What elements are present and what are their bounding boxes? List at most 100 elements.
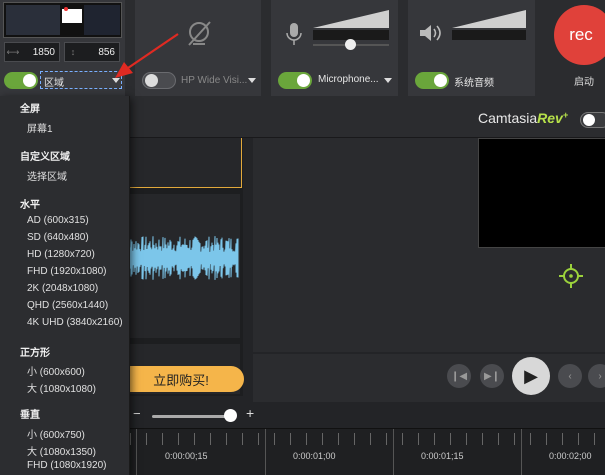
next-button[interactable]: › bbox=[588, 364, 605, 388]
camtasia-window: ⟷ 1850 ↕ 856 区域 HP Wide Visi... Micropho… bbox=[0, 0, 605, 475]
ruler-ticks bbox=[130, 433, 605, 445]
timecode: 0:00:01;15 bbox=[421, 451, 464, 461]
screen-toggle[interactable] bbox=[4, 72, 38, 89]
rev-toggle[interactable] bbox=[580, 112, 605, 128]
zoom-out-button[interactable]: − bbox=[133, 406, 141, 421]
system-level-meter bbox=[452, 30, 526, 40]
screen-panel: ⟷ 1850 ↕ 856 区域 bbox=[0, 0, 125, 96]
ruler-divider bbox=[265, 429, 266, 475]
camera-select-label[interactable]: HP Wide Visi... bbox=[181, 75, 247, 86]
screen-select-label: 区域 bbox=[44, 78, 64, 89]
canvas-video[interactable] bbox=[478, 138, 605, 248]
chevron-down-icon bbox=[384, 78, 392, 83]
chevron-down-icon bbox=[112, 78, 120, 83]
toggle-knob bbox=[145, 74, 158, 87]
microphone-panel: Microphone... bbox=[271, 0, 398, 96]
mic-volume-triangle bbox=[313, 10, 389, 28]
system-audio-label: 系统音频 bbox=[454, 78, 494, 89]
menu-item-ad[interactable]: AD (600x315) bbox=[27, 215, 89, 226]
mic-volume-knob[interactable] bbox=[345, 39, 356, 50]
menu-header-full-screen: 全屏 bbox=[20, 104, 40, 115]
width-value: 1850 bbox=[32, 46, 55, 58]
buy-now-label: 立即购买! bbox=[153, 372, 209, 388]
menu-item-4k[interactable]: 4K UHD (3840x2160) bbox=[27, 317, 123, 328]
speaker-icon bbox=[420, 25, 441, 41]
menu-item-select-area[interactable]: 选择区域 bbox=[27, 168, 67, 183]
menu-item-vertical-fhd[interactable]: FHD (1080x1920) bbox=[27, 460, 106, 471]
height-arrows-icon: ↕ bbox=[70, 47, 76, 57]
record-button[interactable]: rec bbox=[554, 5, 605, 65]
media-clip-selected[interactable] bbox=[120, 138, 242, 188]
microphone-icon bbox=[286, 23, 302, 45]
thumbnail-content bbox=[6, 5, 60, 35]
system-volume-triangle bbox=[452, 10, 526, 28]
microphone-select-label[interactable]: Microphone... bbox=[318, 74, 379, 85]
preview-canvas bbox=[253, 138, 605, 352]
previous-frame-button[interactable]: ❙◀ bbox=[447, 364, 471, 388]
crosshair-icon[interactable] bbox=[558, 263, 584, 289]
menu-item-vertical-small[interactable]: 小 (600x750) bbox=[27, 426, 85, 441]
menu-item-fhd[interactable]: FHD (1920x1080) bbox=[27, 266, 106, 277]
height-field[interactable]: ↕ 856 bbox=[64, 42, 120, 62]
thumbnail-content bbox=[84, 5, 120, 35]
camera-panel: HP Wide Visi... bbox=[135, 0, 261, 96]
waveform-icon bbox=[119, 236, 239, 280]
next-frame-button[interactable]: ▶❙ bbox=[480, 364, 504, 388]
brand-plus: + bbox=[562, 110, 569, 120]
play-button[interactable]: ▶ bbox=[512, 357, 550, 395]
menu-item-square-small[interactable]: 小 (600x600) bbox=[27, 363, 85, 378]
menu-item-2k[interactable]: 2K (2048x1080) bbox=[27, 283, 98, 294]
screen-thumbnail[interactable] bbox=[3, 2, 122, 38]
zoom-in-button[interactable]: + bbox=[246, 405, 254, 421]
toggle-knob bbox=[297, 74, 310, 87]
system-audio-panel: 系统音频 bbox=[408, 0, 535, 96]
menu-header-vertical: 垂直 bbox=[20, 410, 40, 421]
previous-button[interactable]: ‹ bbox=[558, 364, 582, 388]
camtasia-logo: CamtasiaRev+ bbox=[478, 110, 568, 126]
toggle-knob bbox=[23, 74, 36, 87]
system-audio-toggle[interactable] bbox=[415, 72, 449, 89]
zoom-slider[interactable] bbox=[152, 415, 232, 418]
ruler-divider bbox=[136, 429, 137, 475]
camera-toggle[interactable] bbox=[142, 72, 176, 89]
toggle-knob bbox=[583, 114, 595, 126]
zoom-slider-knob[interactable] bbox=[224, 409, 237, 422]
menu-item-square-large[interactable]: 大 (1080x1080) bbox=[27, 380, 96, 395]
chevron-left-icon: ‹ bbox=[568, 370, 572, 382]
timecode: 0:00:02;00 bbox=[549, 451, 592, 461]
timecode: 0:00:01;00 bbox=[293, 451, 336, 461]
record-button-label: rec bbox=[569, 25, 593, 44]
menu-header-custom: 自定义区域 bbox=[20, 152, 70, 163]
microphone-toggle[interactable] bbox=[278, 72, 312, 89]
chevron-right-icon: › bbox=[598, 370, 602, 382]
recorder-toolbar: ⟷ 1850 ↕ 856 区域 HP Wide Visi... Micropho… bbox=[0, 0, 605, 96]
timecode: 0:00:00;15 bbox=[165, 451, 208, 461]
ruler-divider bbox=[521, 429, 522, 475]
menu-item-sd[interactable]: SD (640x480) bbox=[27, 232, 89, 243]
brand-rev: Rev bbox=[537, 110, 563, 126]
screen-region-dropdown: 全屏 屏幕1 自定义区域 选择区域 水平 AD (600x315) SD (64… bbox=[0, 96, 130, 475]
start-label: 启动 bbox=[574, 77, 594, 88]
media-clip-audio[interactable] bbox=[119, 194, 240, 338]
menu-item-hd[interactable]: HD (1280x720) bbox=[27, 249, 95, 260]
thumbnail-content bbox=[64, 7, 68, 11]
toggle-knob bbox=[434, 74, 447, 87]
thumbnail-content bbox=[62, 9, 82, 23]
width-field[interactable]: ⟷ 1850 bbox=[4, 42, 60, 62]
step-back-icon: ❙◀ bbox=[450, 370, 468, 382]
menu-item-qhd[interactable]: QHD (2560x1440) bbox=[27, 300, 108, 311]
camera-off-icon bbox=[188, 21, 211, 46]
brand-name: Camtasia bbox=[478, 110, 538, 126]
menu-header-square: 正方形 bbox=[20, 348, 50, 359]
height-value: 856 bbox=[98, 46, 115, 58]
playback-controls: ❙◀ ▶❙ ▶ ‹ › bbox=[253, 354, 605, 404]
menu-item-vertical-large[interactable]: 大 (1080x1350) bbox=[27, 443, 96, 458]
chevron-down-icon bbox=[248, 78, 256, 83]
ruler-divider bbox=[393, 429, 394, 475]
menu-header-horizontal: 水平 bbox=[20, 200, 40, 211]
buy-now-button[interactable]: 立即购买! bbox=[118, 366, 244, 392]
width-arrows-icon: ⟷ bbox=[6, 46, 20, 57]
step-forward-icon: ▶❙ bbox=[483, 370, 501, 382]
menu-item-screen1[interactable]: 屏幕1 bbox=[27, 120, 53, 135]
play-icon: ▶ bbox=[524, 365, 538, 386]
